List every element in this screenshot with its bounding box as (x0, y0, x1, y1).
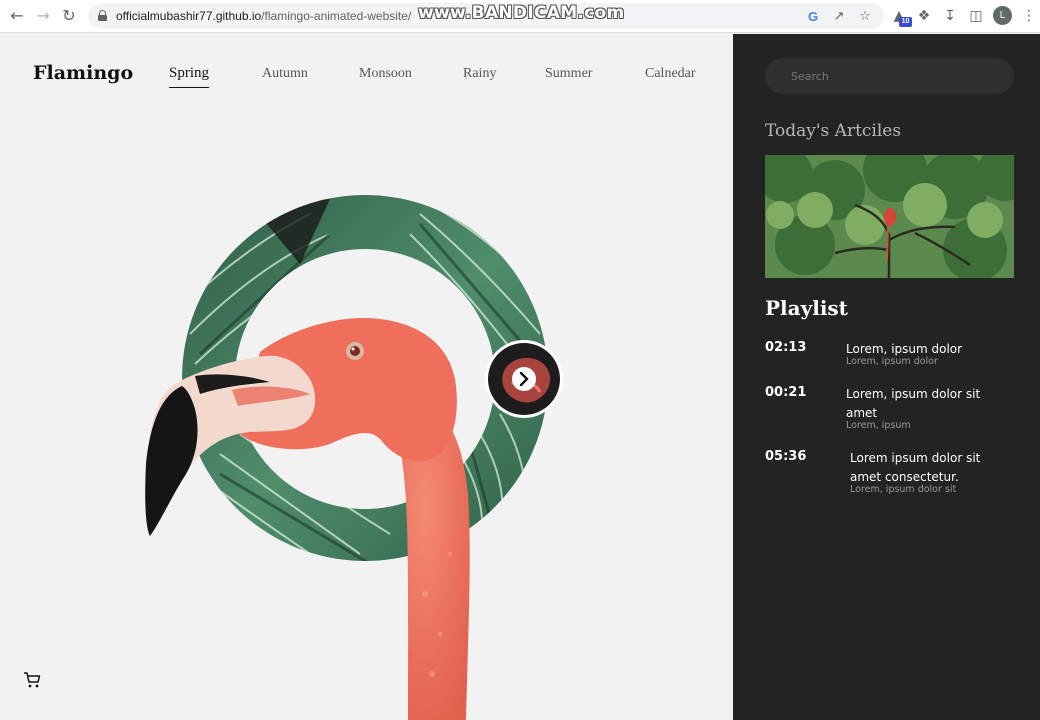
browser-toolbar: ← → ↻ officialmubashir77.github.io/flami… (0, 0, 1040, 33)
track-subtitle: Lorem, ipsum dolor sit (850, 484, 957, 495)
lock-icon (98, 10, 107, 21)
track-subtitle: Lorem, ipsum (846, 420, 911, 431)
bookmark-star-icon[interactable]: ☆ (856, 8, 874, 26)
playlist-title: Playlist (765, 296, 848, 320)
track-subtitle: Lorem, ipsum dolor (846, 356, 938, 367)
track-time: 05:36 (765, 449, 807, 464)
cart-icon[interactable] (23, 671, 41, 689)
next-slide-button[interactable] (485, 340, 563, 418)
extension-badge: 10 (899, 17, 912, 27)
sidebar: Today's Artciles Playlist 02:13 Lorem, i… (733, 34, 1040, 720)
main-content: Flamingo Spring Autumn Monsoon Rainy Sum… (0, 34, 733, 720)
track-title: Lorem, ipsum dolor sit amet (846, 387, 981, 420)
google-icon[interactable]: G (804, 8, 822, 26)
recording-watermark: www.BANDICAM.com (418, 3, 625, 23)
search-input[interactable] (765, 58, 1014, 94)
download-icon[interactable]: ↧ (939, 5, 961, 27)
forward-icon[interactable]: → (32, 5, 54, 27)
hero-illustration (145, 195, 563, 720)
extensions-puzzle-icon[interactable]: ❖ (913, 5, 935, 27)
chevron-right-icon[interactable] (512, 367, 536, 391)
todays-articles-title: Today's Artciles (765, 121, 902, 141)
share-icon[interactable]: ↗ (830, 8, 848, 26)
track-time: 00:21 (765, 385, 807, 400)
menu-kebab-icon[interactable]: ⋮ (1018, 5, 1040, 27)
extension-icon[interactable]: ▲ 10 (888, 5, 912, 27)
url-text: officialmubashir77.github.io/flamingo-an… (116, 9, 412, 23)
side-panel-icon[interactable]: ◫ (965, 5, 987, 27)
track-title: Lorem ipsum dolor sit amet consectetur. (850, 451, 981, 484)
track-time: 02:13 (765, 340, 807, 355)
back-icon[interactable]: ← (6, 5, 28, 27)
article-thumbnail[interactable] (765, 155, 1014, 278)
profile-avatar[interactable]: L (993, 6, 1012, 25)
reload-icon[interactable]: ↻ (58, 5, 80, 27)
